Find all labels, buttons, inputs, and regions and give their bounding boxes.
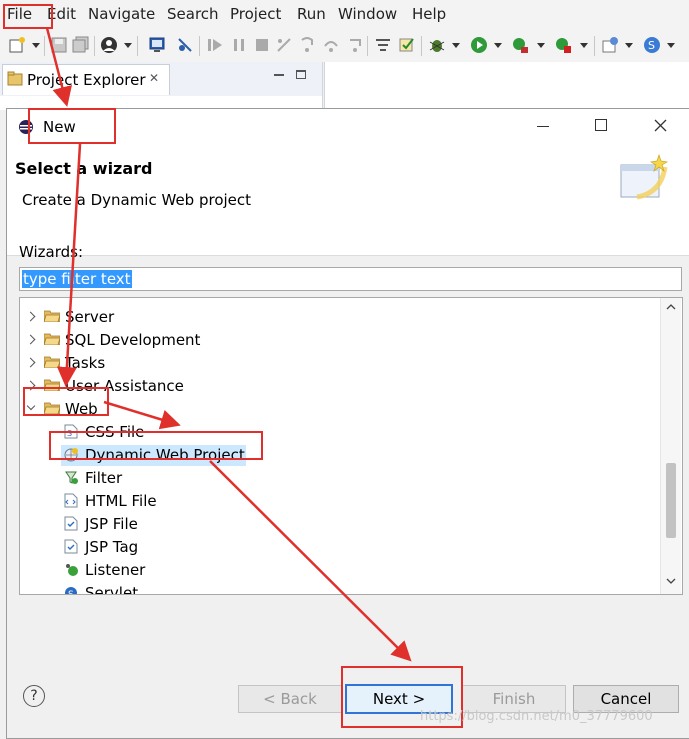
arrow-file-to-new (45, 27, 72, 107)
arrow-web-to-dynamic (103, 400, 181, 430)
annotation-arrows (45, 27, 412, 662)
arrow-dynamic-to-next (209, 460, 412, 662)
watermark-text: https://blog.csdn.net/m0_37779600 (420, 709, 653, 724)
arrow-new-to-web (56, 143, 82, 387)
